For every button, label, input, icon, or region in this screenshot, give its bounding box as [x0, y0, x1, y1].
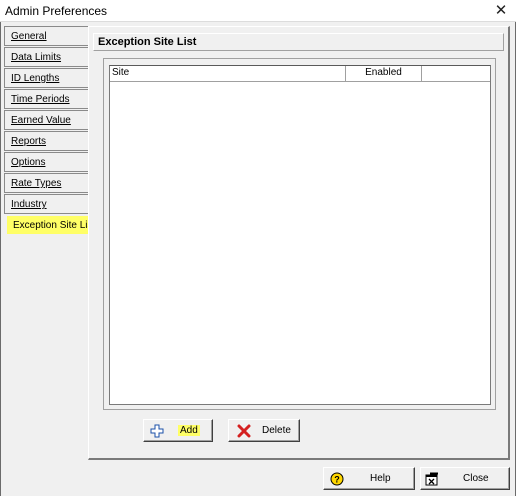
tab-time-periods[interactable]: Time Periods [4, 89, 88, 109]
plus-icon [150, 424, 164, 438]
column-header-site[interactable]: Site [110, 66, 346, 81]
title-bar: Admin Preferences ✕ [0, 0, 516, 22]
delete-x-icon [237, 424, 251, 438]
tab-reports[interactable]: Reports [4, 131, 88, 151]
exception-site-list-panel: Exception Site List Site Enabled Add Del… [88, 26, 510, 460]
tab-rate-types[interactable]: Rate Types [4, 173, 88, 193]
window-border-left [0, 22, 1, 496]
window-close-button[interactable]: ✕ [486, 0, 516, 22]
tab-id-lengths[interactable]: ID Lengths [4, 68, 88, 88]
panel-title: Exception Site List [93, 33, 504, 51]
close-window-icon [425, 472, 438, 486]
svg-text:?: ? [334, 475, 340, 485]
add-button[interactable]: Add [143, 419, 213, 442]
tab-options[interactable]: Options [4, 152, 88, 172]
delete-button-label: Delete [262, 425, 291, 436]
window-title: Admin Preferences [5, 4, 108, 18]
help-button-label: Help [370, 473, 391, 484]
preferences-tab-list: General Data Limits ID Lengths Time Peri… [4, 26, 95, 236]
tab-exception-site-list[interactable]: Exception Site List [6, 215, 95, 235]
help-button[interactable]: ? Help [323, 467, 415, 490]
tab-data-limits[interactable]: Data Limits [4, 47, 88, 67]
close-button[interactable]: Close [420, 467, 510, 490]
tab-earned-value[interactable]: Earned Value [4, 110, 88, 130]
help-icon: ? [330, 472, 344, 486]
site-list[interactable]: Site Enabled [109, 65, 491, 405]
close-button-label: Close [463, 473, 489, 484]
delete-button[interactable]: Delete [228, 419, 300, 442]
site-list-header: Site Enabled [110, 66, 490, 82]
column-header-enabled[interactable]: Enabled [346, 66, 422, 81]
tab-general[interactable]: General [4, 26, 88, 46]
tab-industry[interactable]: Industry [4, 194, 88, 214]
add-button-label: Add [178, 425, 200, 436]
